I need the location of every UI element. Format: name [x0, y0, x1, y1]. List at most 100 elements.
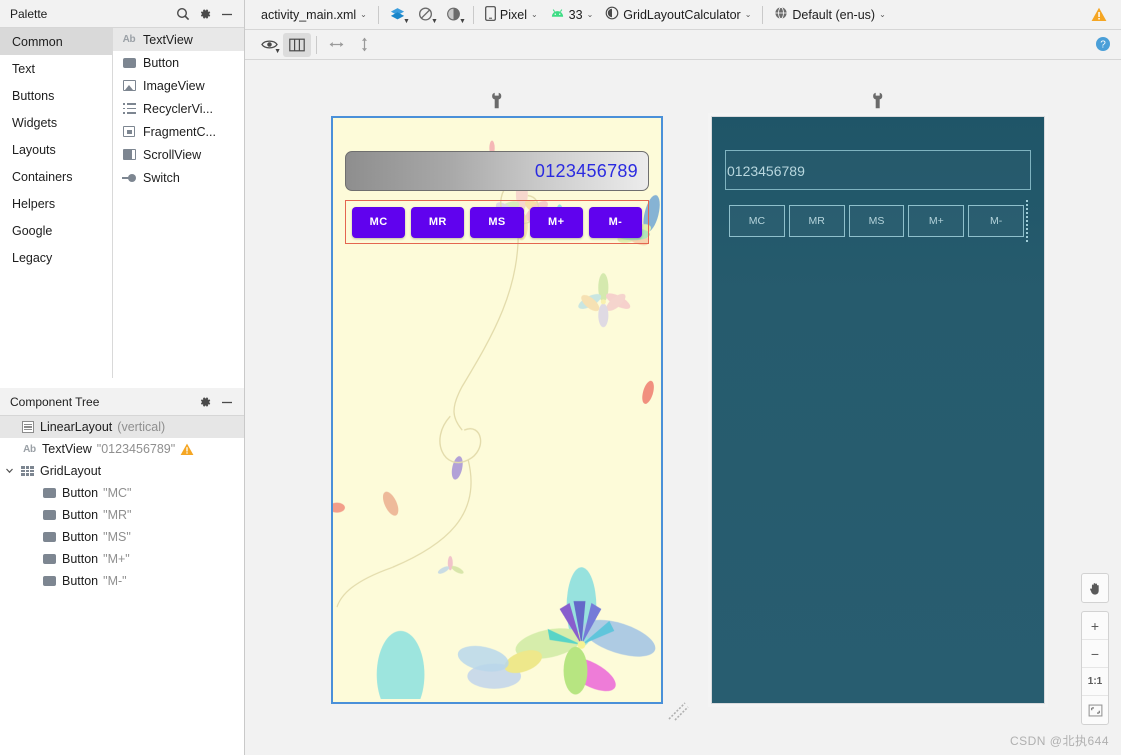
theme-selector[interactable]: GridLayoutCalculator ⌄ [599, 3, 757, 27]
tree-row-button-mc[interactable]: Button "MC" [0, 482, 244, 504]
palette-category-legacy[interactable]: Legacy [0, 244, 112, 271]
rotate-icon[interactable]: ▼ [412, 3, 440, 27]
preview-button-mc[interactable]: MC [352, 206, 406, 238]
palette-item-imageview[interactable]: ImageView [113, 74, 244, 97]
android-studio-layout-editor: Palette Common Text Buttons Widgets Layo… [0, 0, 1121, 755]
palette-category-containers[interactable]: Containers [0, 163, 112, 190]
blueprint-gridlayout[interactable]: MC MR MS M+ M- [727, 200, 1028, 242]
blueprint-textview-value: 0123456789 [727, 163, 805, 179]
palette-item-label: RecyclerVi... [143, 101, 213, 116]
button-icon [42, 552, 57, 567]
tree-node-detail: "M-" [103, 574, 127, 588]
resize-corner-icon[interactable] [665, 697, 691, 726]
button-icon [42, 574, 57, 589]
palette-category-buttons[interactable]: Buttons [0, 82, 112, 109]
category-label: Containers [12, 169, 73, 184]
tree-node-detail: "MR" [103, 508, 132, 522]
tree-node-name: Button [62, 486, 99, 500]
blueprint-button-mminus[interactable]: M- [968, 205, 1024, 237]
minimize-icon[interactable] [216, 3, 238, 25]
chevron-down-icon: ⌄ [360, 10, 367, 19]
preview-button-mplus[interactable]: M+ [529, 206, 583, 238]
palette-body: Common Text Buttons Widgets Layouts Cont… [0, 28, 244, 378]
palette-item-scrollview[interactable]: ScrollView [113, 143, 244, 166]
design-canvas[interactable]: 0123456789 MC MR MS M+ M- 0123456789 MC … [245, 60, 1121, 755]
hand-pan-icon[interactable] [1082, 574, 1108, 602]
preview-textview-value: 0123456789 [534, 160, 638, 181]
chevron-down-icon: ⌄ [879, 10, 886, 19]
blueprint-button-ms[interactable]: MS [848, 205, 905, 237]
palette-category-common[interactable]: Common [0, 28, 112, 55]
api-level-selector[interactable]: 33 ⌄ [544, 3, 600, 27]
chevron-down-icon: ▼ [430, 17, 438, 25]
pan-group [1081, 573, 1109, 603]
preview-button-ms[interactable]: MS [470, 206, 524, 238]
blueprint-button-mr[interactable]: MR [788, 205, 845, 237]
textview-icon: Ab [23, 443, 36, 455]
zoom-group: + − 1:1 [1081, 611, 1109, 725]
blueprint-columns-icon[interactable] [283, 32, 311, 57]
phone-screen-design[interactable]: 0123456789 MC MR MS M+ M- [331, 116, 663, 704]
blueprint-button-mc[interactable]: MC [729, 205, 785, 237]
button-icon [42, 486, 57, 501]
minimize-icon[interactable] [216, 391, 238, 413]
tree-row-textview[interactable]: Ab TextView "0123456789" [0, 438, 244, 460]
chevron-down-icon[interactable] [4, 466, 15, 477]
palette-category-text[interactable]: Text [0, 55, 112, 82]
preview-gridlayout[interactable]: MC MR MS M+ M- [345, 200, 649, 244]
blueprint-button-mplus[interactable]: M+ [908, 205, 965, 237]
fit-screen-icon[interactable] [1082, 696, 1108, 724]
preview-textview[interactable]: 0123456789 [345, 151, 649, 191]
horizontal-resize-icon[interactable] [322, 33, 350, 57]
warning-icon[interactable] [1091, 7, 1107, 25]
tree-row-gridlayout[interactable]: GridLayout [0, 460, 244, 482]
locale-selector[interactable]: Default (en-us) ⌄ [768, 3, 891, 27]
device-selector[interactable]: Pixel ⌄ [479, 3, 544, 27]
file-selector[interactable]: activity_main.xml ⌄ [255, 3, 373, 27]
vertical-resize-icon[interactable] [350, 33, 378, 57]
palette-item-textview[interactable]: Ab TextView [113, 28, 244, 51]
palette-item-label: Button [143, 55, 180, 70]
preview-button-mminus[interactable]: M- [588, 206, 643, 238]
zoom-in-button[interactable]: + [1082, 612, 1108, 640]
palette-item-fragmentcontainer[interactable]: FragmentC... [113, 120, 244, 143]
api-level: 33 [568, 7, 583, 22]
tree-row-button-ms[interactable]: Button "MS" [0, 526, 244, 548]
tree-row-button-mr[interactable]: Button "MR" [0, 504, 244, 526]
palette-category-helpers[interactable]: Helpers [0, 190, 112, 217]
eye-visibility-icon[interactable]: ▼ [255, 33, 283, 57]
palette-category-widgets[interactable]: Widgets [0, 109, 112, 136]
palette-item-switch[interactable]: Switch [113, 166, 244, 189]
tree-row-button-mminus[interactable]: Button "M-" [0, 570, 244, 592]
wrench-icon[interactable] [491, 92, 504, 112]
help-icon[interactable]: ? [1095, 36, 1111, 55]
globe-icon [774, 6, 788, 23]
zoom-controls: + − 1:1 [1081, 573, 1109, 733]
blueprint-preview-device: 0123456789 MC MR MS M+ M- [711, 92, 1045, 704]
palette-categories: Common Text Buttons Widgets Layouts Cont… [0, 28, 113, 378]
tree-row-linearlayout[interactable]: LinearLayout (vertical) [0, 416, 244, 438]
tree-node-name: GridLayout [40, 464, 102, 478]
search-icon[interactable] [172, 3, 194, 25]
palette-category-google[interactable]: Google [0, 217, 112, 244]
palette-category-layouts[interactable]: Layouts [0, 136, 112, 163]
svg-text:?: ? [1100, 40, 1106, 51]
palette-item-button[interactable]: Button [113, 51, 244, 74]
zoom-out-button[interactable]: − [1082, 640, 1108, 668]
gridlayout-icon [20, 464, 35, 479]
palette-item-recyclerview[interactable]: RecyclerVi... [113, 97, 244, 120]
phone-screen-blueprint[interactable]: 0123456789 MC MR MS M+ M- [711, 116, 1045, 704]
phone-icon [484, 5, 496, 24]
gear-icon[interactable] [194, 3, 216, 25]
chevron-down-icon: ⌄ [744, 10, 752, 19]
actual-size-button[interactable]: 1:1 [1082, 668, 1108, 696]
category-label: Helpers [12, 196, 56, 211]
theme-contrast-icon[interactable]: ▼ [440, 3, 468, 27]
layers-icon[interactable]: ▼ [384, 3, 412, 27]
component-tree-title: Component Tree [10, 394, 100, 409]
preview-button-mr[interactable]: MR [411, 206, 465, 238]
blueprint-textview[interactable]: 0123456789 [725, 150, 1031, 190]
gear-icon[interactable] [194, 391, 216, 413]
tree-row-button-mplus[interactable]: Button "M+" [0, 548, 244, 570]
wrench-icon[interactable] [872, 92, 885, 112]
